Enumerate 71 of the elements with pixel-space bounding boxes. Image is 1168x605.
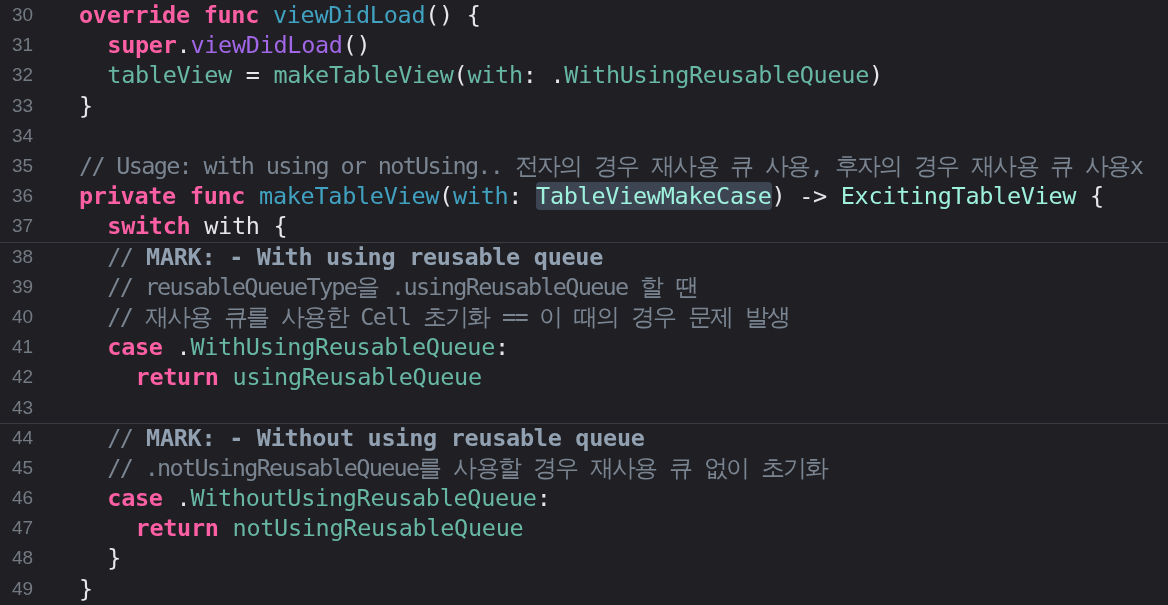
code-punctuation: . bbox=[176, 484, 191, 513]
code-punctuation: : bbox=[495, 333, 509, 362]
keyword: func bbox=[189, 182, 246, 211]
code-punctuation: } bbox=[79, 574, 93, 603]
keyword: case bbox=[107, 484, 163, 513]
mark-comment: MARK: - Without using reusable queue bbox=[146, 424, 645, 453]
code-punctuation: ( bbox=[453, 61, 468, 90]
keyword: super bbox=[107, 31, 177, 60]
line-number: 40 bbox=[11, 305, 35, 328]
line-number: 36 bbox=[11, 185, 35, 208]
code-punctuation: : . bbox=[522, 61, 565, 90]
code-comment: // Usage: with using or notUsing.. 전자의 경우 재사용 큐 사용, 후자의 경우 재사용 큐 사용x bbox=[79, 152, 1143, 181]
identifier: usingReusableQueue bbox=[232, 363, 482, 392]
code-punctuation: . bbox=[176, 31, 191, 60]
identifier: notUsingReusableQueue bbox=[232, 514, 524, 543]
line-number: 30 bbox=[11, 4, 35, 27]
line-number: 45 bbox=[11, 456, 35, 479]
line-number: 37 bbox=[11, 215, 35, 238]
line-number: 35 bbox=[11, 155, 35, 178]
line-number: 49 bbox=[11, 577, 35, 600]
code-punctuation: : bbox=[536, 484, 551, 513]
line-number: 33 bbox=[11, 94, 35, 117]
code-punctuation: ) bbox=[869, 61, 883, 90]
code-punctuation: } bbox=[107, 544, 122, 573]
line-number: 41 bbox=[11, 336, 35, 359]
identifier: WithoutUsingReusableQueue bbox=[190, 484, 537, 513]
identifier: with bbox=[467, 61, 523, 90]
identifier: WithUsingReusableQueue bbox=[190, 333, 496, 362]
function-name: makeTableView bbox=[259, 182, 440, 211]
code-punctuation: : bbox=[508, 182, 523, 211]
keyword: case bbox=[107, 333, 163, 362]
identifier: tableView bbox=[107, 61, 232, 90]
keyword: return bbox=[135, 363, 219, 392]
code-comment: // bbox=[107, 424, 133, 453]
keyword: private bbox=[79, 182, 176, 211]
code-comment: // reusableQueueType을 .usingReusableQueue 할 땐 bbox=[107, 272, 697, 301]
code-punctuation: () { bbox=[425, 1, 481, 30]
code-comment: // 재사용 큐를 사용한 Cell 초기화 == 이 때의 경우 문제 발생 bbox=[107, 302, 790, 331]
line-number: 34 bbox=[11, 124, 35, 147]
function-name: with bbox=[452, 182, 509, 211]
keyword: return bbox=[135, 514, 219, 543]
code-punctuation: ( bbox=[439, 182, 453, 211]
keyword: switch bbox=[107, 212, 191, 241]
code-punctuation: . bbox=[176, 333, 191, 362]
code-comment: // .notUsingReusableQueue를 사용할 경우 재사용 큐 없이 초기화 bbox=[107, 453, 828, 482]
identifier: WithUsingReusableQueue bbox=[564, 61, 869, 90]
method-call: viewDidLoad bbox=[190, 31, 343, 60]
type-name: ExcitingTableView bbox=[840, 182, 1077, 211]
highlighted-type-name: TableViewMakeCase bbox=[536, 182, 772, 211]
line-number: 31 bbox=[11, 34, 35, 57]
line-number: 48 bbox=[11, 547, 35, 570]
keyword: override bbox=[79, 1, 190, 30]
identifier: makeTableView bbox=[273, 61, 454, 90]
code-punctuation: } bbox=[79, 91, 93, 120]
mark-comment: MARK: - With using reusable queue bbox=[146, 243, 604, 272]
line-number: 42 bbox=[11, 366, 35, 389]
line-number: 39 bbox=[11, 275, 35, 298]
function-name: viewDidLoad bbox=[272, 1, 426, 30]
code-punctuation: ) -> bbox=[771, 182, 827, 211]
code-punctuation: () bbox=[342, 31, 371, 60]
line-number: 38 bbox=[11, 246, 35, 269]
line-number: 46 bbox=[11, 487, 35, 510]
keyword: func bbox=[203, 1, 260, 30]
code-punctuation: = bbox=[245, 61, 260, 90]
line-number: 44 bbox=[11, 427, 35, 450]
code-comment: // bbox=[107, 243, 133, 272]
code-punctuation: with { bbox=[204, 212, 288, 241]
line-number: 43 bbox=[11, 396, 35, 419]
line-number: 47 bbox=[11, 517, 35, 540]
line-number: 32 bbox=[11, 64, 35, 87]
code-punctuation: { bbox=[1090, 182, 1104, 211]
